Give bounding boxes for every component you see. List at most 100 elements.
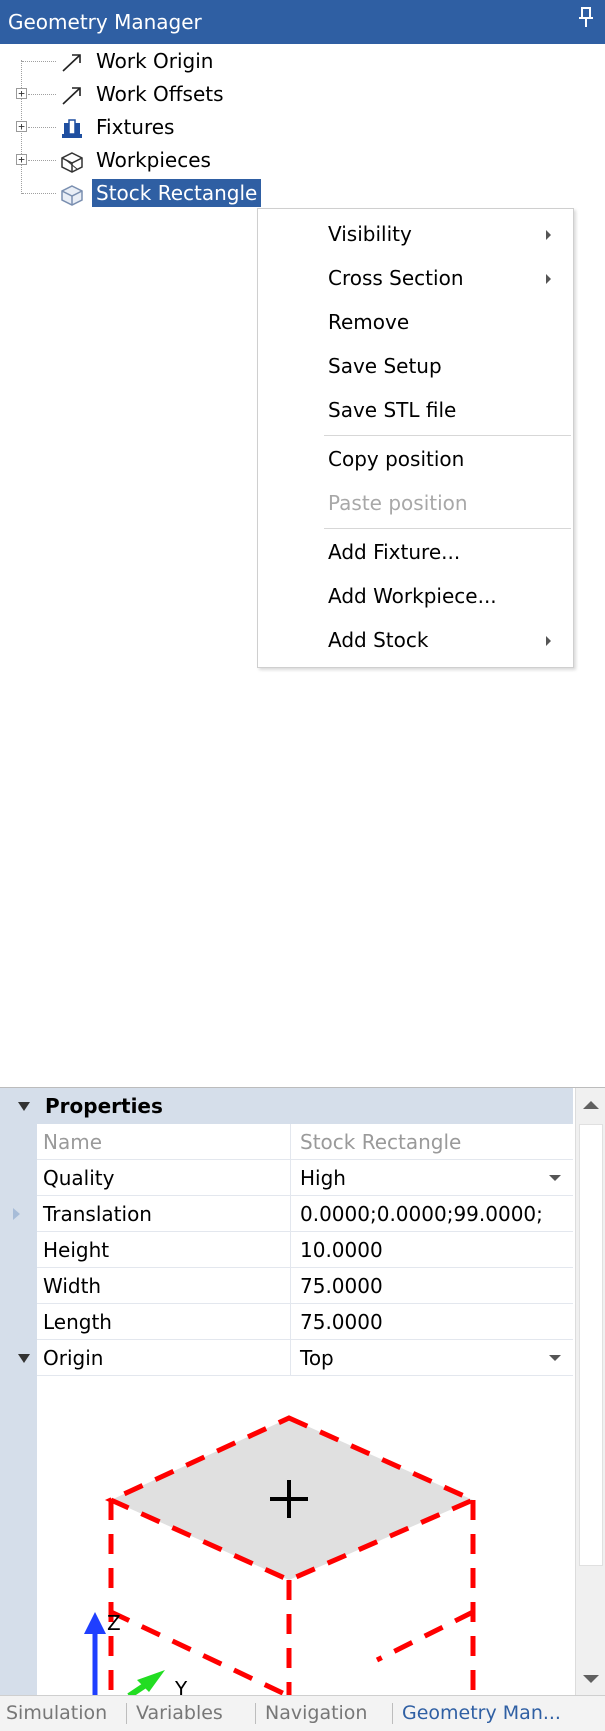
properties-panel: Properties Name Stock Rectangle Quality … — [0, 1087, 605, 1696]
origin-preview[interactable]: Z Y — [37, 1380, 573, 1696]
context-menu: Visibility Cross Section Remove Save Set… — [257, 208, 574, 668]
properties-header-label: Properties — [45, 1094, 163, 1118]
property-row-translation[interactable]: Translation 0.0000;0.0000;99.0000; — [37, 1196, 573, 1232]
properties-category-header[interactable]: Properties — [0, 1088, 573, 1124]
z-axis-arrow — [84, 1612, 106, 1634]
menu-item-label: Add Workpiece... — [328, 584, 497, 608]
column-divider — [290, 1340, 291, 1376]
panel-title: Geometry Manager — [8, 10, 202, 34]
arrow-icon — [60, 50, 84, 72]
menu-item-label: Save STL file — [328, 398, 457, 422]
column-divider — [290, 1160, 291, 1196]
menu-separator — [324, 435, 571, 436]
menu-item-cross-section[interactable]: Cross Section — [258, 256, 573, 300]
menu-item-label: Cross Section — [328, 266, 464, 290]
menu-item-add-fixture[interactable]: Add Fixture... — [258, 530, 573, 574]
dropdown-arrow-icon[interactable] — [549, 1355, 561, 1361]
property-row-width[interactable]: Width 75.0000 — [37, 1268, 573, 1304]
tab-separator — [126, 1703, 127, 1724]
property-gutter — [0, 1088, 37, 1696]
menu-item-paste-position: Paste position — [258, 481, 573, 525]
length-field[interactable]: 75.0000 — [300, 1304, 383, 1340]
property-row-name: Name Stock Rectangle — [37, 1124, 573, 1160]
menu-item-label: Remove — [328, 310, 410, 334]
property-row-quality[interactable]: Quality High — [37, 1160, 573, 1196]
property-name: Width — [43, 1274, 102, 1298]
arrow-icon — [60, 83, 84, 105]
height-field[interactable]: 10.0000 — [300, 1232, 383, 1268]
workpiece-icon — [60, 149, 84, 173]
tree-item-workpieces[interactable]: + Workpieces — [0, 143, 605, 177]
menu-item-label: Copy position — [328, 447, 465, 471]
column-divider — [290, 1268, 291, 1304]
expand-icon[interactable] — [13, 1208, 20, 1220]
stock-box-icon — [60, 182, 84, 206]
menu-item-copy-position[interactable]: Copy position — [258, 437, 573, 481]
tree-line — [22, 61, 56, 62]
tree-line — [22, 193, 56, 194]
menu-item-add-stock[interactable]: Add Stock — [258, 618, 573, 662]
scroll-thumb[interactable] — [579, 1124, 603, 1566]
menu-item-label: Add Fixture... — [328, 540, 461, 564]
scroll-down-icon[interactable] — [583, 1675, 599, 1683]
menu-item-visibility[interactable]: Visibility — [258, 212, 573, 256]
tab-geometry-manager[interactable]: Geometry Man... — [402, 1696, 561, 1731]
quality-select[interactable]: High — [300, 1160, 346, 1196]
property-name: Translation — [43, 1202, 152, 1226]
tab-variables[interactable]: Variables — [136, 1696, 223, 1731]
origin-preview-drawing: Z Y — [84, 1415, 480, 1696]
menu-item-label: Visibility — [328, 222, 412, 246]
origin-select[interactable]: Top — [300, 1340, 334, 1376]
menu-item-save-setup[interactable]: Save Setup — [258, 344, 573, 388]
tree-item-fixtures[interactable]: + Fixtures — [0, 110, 605, 144]
pin-icon[interactable] — [579, 0, 593, 44]
menu-item-label: Paste position — [328, 491, 468, 515]
tree-item-work-origin[interactable]: Work Origin — [0, 44, 605, 78]
expand-icon[interactable]: + — [16, 88, 27, 99]
property-row-length[interactable]: Length 75.0000 — [37, 1304, 573, 1340]
stock-edge — [375, 1609, 475, 1663]
menu-item-label: Save Setup — [328, 354, 442, 378]
property-name: Name — [43, 1130, 103, 1154]
tree-line — [28, 127, 56, 128]
tree-item-label: Stock Rectangle — [92, 179, 262, 207]
expand-icon[interactable]: + — [16, 121, 27, 132]
property-row-height[interactable]: Height 10.0000 — [37, 1232, 573, 1268]
width-field[interactable]: 75.0000 — [300, 1268, 383, 1304]
menu-item-label: Add Stock — [328, 628, 429, 652]
tree-item-stock-rectangle[interactable]: Stock Rectangle — [0, 176, 605, 210]
bottom-tab-bar: Simulation Variables Navigation Geometry… — [0, 1695, 605, 1731]
column-divider — [290, 1304, 291, 1340]
fixture-icon — [60, 116, 84, 138]
column-divider — [290, 1196, 291, 1232]
submenu-arrow-icon — [546, 230, 551, 240]
tree-item-label: Workpieces — [96, 148, 211, 172]
tree-item-work-offsets[interactable]: + Work Offsets — [0, 77, 605, 111]
menu-item-remove[interactable]: Remove — [258, 300, 573, 344]
column-divider — [290, 1124, 291, 1160]
property-name: Height — [43, 1238, 110, 1262]
tree-item-label: Work Origin — [96, 49, 214, 73]
tree-item-label: Fixtures — [96, 115, 175, 139]
collapse-icon[interactable] — [18, 1354, 30, 1363]
property-row-origin[interactable]: Origin Top — [37, 1340, 573, 1376]
panel-title-bar: Geometry Manager — [0, 0, 605, 44]
expand-icon[interactable]: + — [16, 154, 27, 165]
tab-simulation[interactable]: Simulation — [6, 1696, 107, 1731]
tree-line — [28, 94, 56, 95]
translation-field[interactable]: 0.0000;0.0000;99.0000; — [300, 1196, 543, 1232]
scroll-up-icon[interactable] — [583, 1101, 599, 1109]
property-name: Quality — [43, 1166, 115, 1190]
dropdown-arrow-icon[interactable] — [549, 1175, 561, 1181]
menu-item-save-stl[interactable]: Save STL file — [258, 388, 573, 432]
tree-item-label: Work Offsets — [96, 82, 224, 106]
properties-scrollbar[interactable] — [575, 1088, 605, 1696]
menu-item-add-workpiece[interactable]: Add Workpiece... — [258, 574, 573, 618]
collapse-icon[interactable] — [18, 1102, 30, 1111]
property-value: Stock Rectangle — [300, 1130, 462, 1154]
stock-edge — [109, 1609, 291, 1696]
submenu-arrow-icon — [546, 636, 551, 646]
tab-navigation[interactable]: Navigation — [265, 1696, 367, 1731]
z-axis-label: Z — [107, 1611, 121, 1635]
property-name: Length — [43, 1310, 112, 1334]
